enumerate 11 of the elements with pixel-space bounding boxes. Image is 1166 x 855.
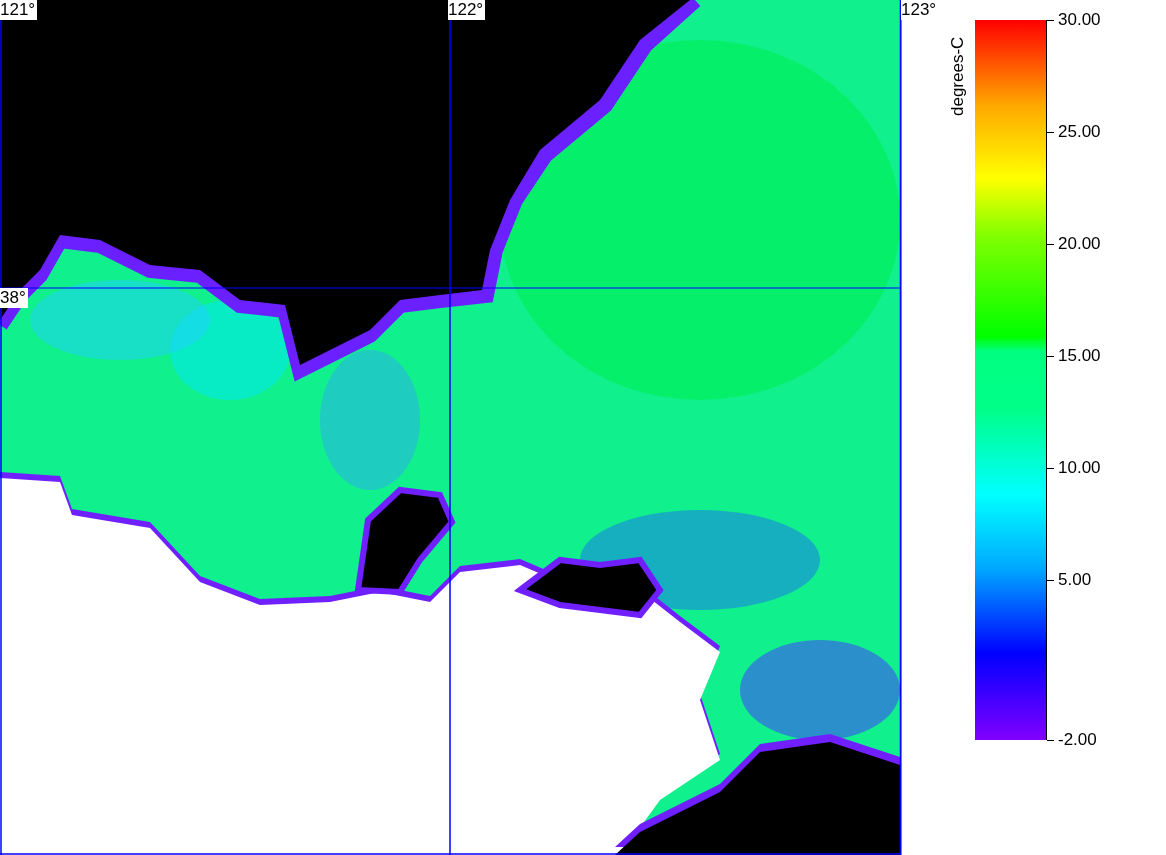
- colorbar-tick-label: -2.00: [1058, 730, 1097, 750]
- colorbar-tick-label: 10.00: [1058, 458, 1101, 478]
- colorbar-tick-label: 30.00: [1058, 10, 1101, 30]
- latitude-label: 38°: [0, 288, 28, 308]
- colorbar-tick-label: 20.00: [1058, 234, 1101, 254]
- longitude-label: 121°: [0, 0, 38, 20]
- colorbar-tick-label: 5.00: [1058, 570, 1092, 590]
- colorbar-tick-label: 25.00: [1058, 122, 1101, 142]
- colorbar-tick-label: 15.00: [1058, 346, 1101, 366]
- longitude-label: 122°: [448, 0, 486, 20]
- colorbar-title: degrees-C: [948, 35, 968, 116]
